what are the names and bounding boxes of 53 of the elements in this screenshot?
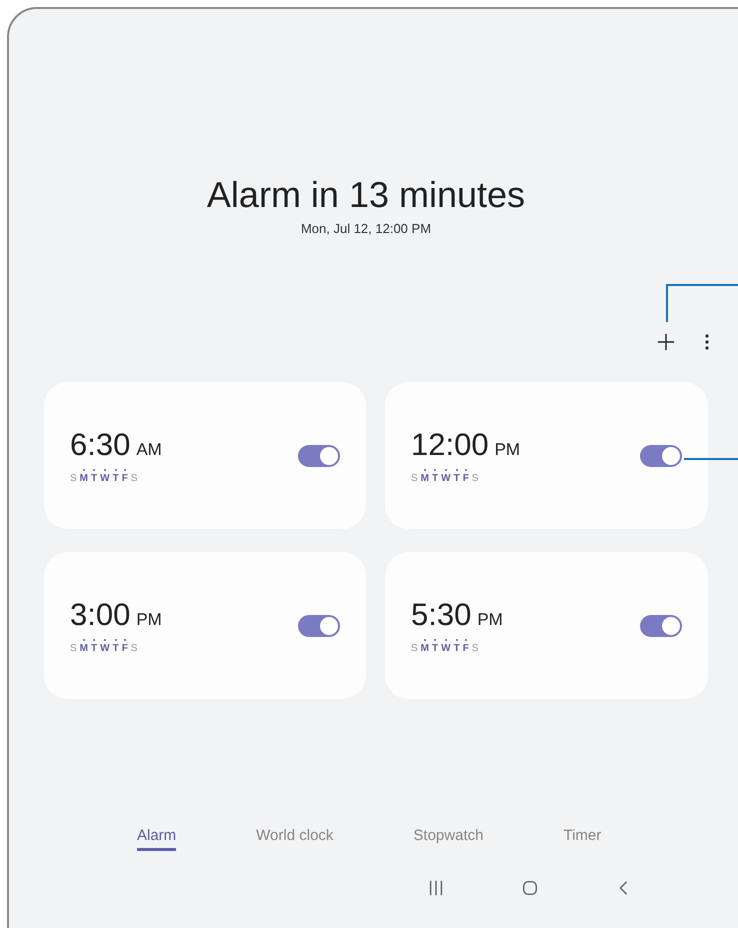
recent-apps-icon[interactable]	[427, 879, 445, 897]
weekday-letter: M	[80, 639, 88, 654]
leader-line	[684, 457, 738, 461]
alarm-time: 12:00	[411, 427, 489, 463]
alarm-card[interactable]: 3:00 PM S M T W T F S	[44, 552, 366, 699]
weekday-letter: F	[122, 639, 128, 654]
alarm-toggle[interactable]	[298, 614, 340, 636]
alarm-time: 3:00	[70, 597, 130, 633]
weekday-letter: W	[441, 469, 451, 484]
alarm-card[interactable]: 6:30 AM S M T W T F S	[44, 382, 366, 529]
alarm-card[interactable]: 12:00 PM S M T W T F S	[385, 382, 708, 529]
weekday-letter: S	[411, 642, 418, 654]
weekday-letter: W	[100, 639, 110, 654]
alarm-period: PM	[477, 610, 503, 630]
weekday-letter: S	[70, 642, 77, 654]
weekday-letter: S	[130, 472, 138, 484]
alarm-period: AM	[136, 440, 162, 460]
tab[interactable]: Alarm	[137, 827, 176, 851]
leader-line	[666, 284, 738, 322]
weekday-letter: S	[70, 472, 77, 484]
weekday-letter: S	[411, 472, 418, 484]
alarm-toggle[interactable]	[298, 444, 340, 466]
weekday-letter: T	[432, 639, 438, 654]
home-icon[interactable]	[521, 879, 539, 897]
weekday-letter: T	[91, 469, 98, 484]
alarm-toggle[interactable]	[640, 444, 682, 466]
weekday-letter: M	[420, 469, 430, 484]
add-icon[interactable]	[657, 333, 675, 351]
weekday-letter: T	[454, 469, 460, 484]
weekday-letter: S	[472, 472, 478, 484]
alarm-card[interactable]: 5:30 PM S M T W T F S	[385, 552, 708, 699]
next-alarm-date: Mon, Jul 12, 12:00 PM	[300, 220, 432, 238]
alarm-countdown-title: Alarm in 13 minutes	[206, 173, 526, 217]
weekday-letter: M	[420, 639, 430, 654]
weekday-letter: T	[432, 469, 438, 484]
weekday-letter: W	[100, 469, 110, 484]
weekday-letter: T	[91, 639, 98, 654]
weekday-letter: F	[462, 639, 469, 654]
alarm-period: PM	[494, 440, 520, 460]
more-options-icon[interactable]	[705, 334, 709, 350]
weekday-letter: T	[112, 469, 119, 484]
weekday-letter: W	[441, 639, 451, 654]
alarm-time: 6:30	[70, 427, 130, 463]
alarm-toggle[interactable]	[640, 614, 682, 636]
weekday-letter: S	[130, 642, 138, 654]
weekday-letter: F	[462, 469, 469, 484]
alarm-period: PM	[136, 610, 162, 630]
weekday-letter: M	[80, 469, 88, 484]
weekday-letter: T	[112, 639, 119, 654]
weekday-letter: S	[472, 642, 478, 654]
weekday-letter: F	[122, 469, 128, 484]
alarm-time: 5:30	[411, 597, 472, 633]
weekday-letter: T	[454, 639, 460, 654]
